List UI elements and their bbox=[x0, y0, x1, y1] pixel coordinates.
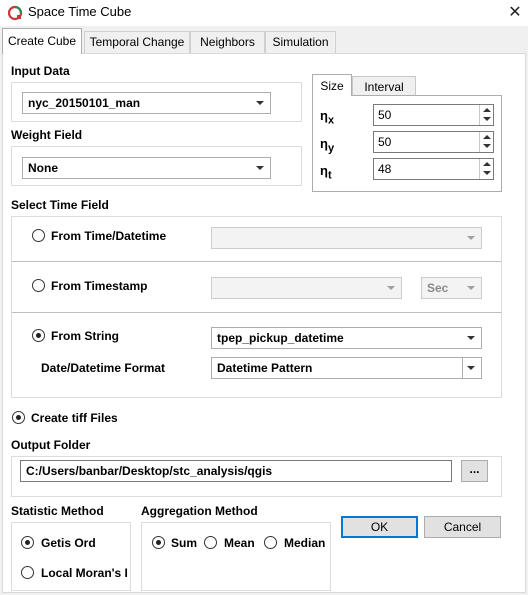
create-tiff-radio[interactable] bbox=[12, 411, 25, 424]
timestamp-unit-value: Sec bbox=[427, 281, 449, 295]
from-string-dropdown[interactable]: tpep_pickup_datetime bbox=[211, 327, 482, 349]
weight-field-label: Weight Field bbox=[11, 128, 83, 142]
local-morans-label: Local Moran's I bbox=[41, 566, 128, 580]
from-string-label: From String bbox=[51, 329, 119, 343]
from-time-dropdown[interactable] bbox=[211, 227, 482, 249]
date-format-label: Date/Datetime Format bbox=[41, 361, 166, 375]
eta-y-spinbox[interactable]: 50 bbox=[373, 131, 494, 153]
median-label: Median bbox=[284, 536, 326, 550]
from-timestamp-dropdown[interactable] bbox=[211, 277, 402, 299]
tab-simulation[interactable]: Simulation bbox=[265, 31, 336, 53]
statistic-method-group bbox=[11, 522, 131, 591]
mean-radio[interactable] bbox=[204, 536, 217, 549]
chevron-down-icon bbox=[467, 336, 475, 340]
timestamp-unit-dropdown[interactable]: Sec bbox=[421, 277, 482, 299]
input-data-label: Input Data bbox=[11, 64, 70, 78]
ok-button[interactable]: OK bbox=[341, 516, 418, 538]
getis-ord-radio[interactable] bbox=[21, 536, 34, 549]
tab-neighbors[interactable]: Neighbors bbox=[190, 31, 265, 53]
date-format-combo[interactable]: Datetime Pattern bbox=[211, 357, 482, 379]
sum-radio[interactable] bbox=[152, 536, 165, 549]
weight-field-dropdown[interactable]: None bbox=[22, 157, 271, 179]
from-time-radio[interactable] bbox=[32, 229, 45, 242]
weight-field-value: None bbox=[28, 161, 58, 175]
input-data-value: nyc_20150101_man bbox=[28, 96, 141, 110]
aggregation-method-label: Aggregation Method bbox=[141, 504, 258, 518]
eta-t-value: 48 bbox=[378, 162, 392, 176]
tab-size[interactable]: Size bbox=[312, 74, 352, 96]
spin-down-icon[interactable] bbox=[483, 171, 491, 175]
app-icon bbox=[7, 5, 23, 21]
chevron-down-icon bbox=[467, 236, 475, 240]
spin-up-icon[interactable] bbox=[483, 135, 491, 139]
divider bbox=[12, 261, 501, 262]
select-time-field-label: Select Time Field bbox=[11, 198, 109, 212]
from-string-value: tpep_pickup_datetime bbox=[217, 331, 344, 345]
local-morans-radio[interactable] bbox=[21, 566, 34, 579]
from-string-radio[interactable] bbox=[32, 329, 45, 342]
eta-t-spinbox[interactable]: 48 bbox=[373, 158, 494, 180]
divider bbox=[12, 312, 501, 313]
chevron-down-icon bbox=[387, 286, 395, 290]
window-title: Space Time Cube bbox=[28, 4, 132, 19]
output-folder-label: Output Folder bbox=[11, 438, 91, 452]
eta-x-spinbox[interactable]: 50 bbox=[373, 104, 494, 126]
output-folder-value: C:/Users/banbar/Desktop/stc_analysis/qgi… bbox=[26, 464, 273, 478]
from-timestamp-radio[interactable] bbox=[32, 279, 45, 292]
aggregation-method-group bbox=[141, 522, 331, 591]
tab-create-cube[interactable]: Create Cube bbox=[2, 28, 82, 54]
from-time-label: From Time/Datetime bbox=[51, 229, 167, 243]
eta-y-label: ηy bbox=[320, 136, 335, 155]
chevron-down-icon bbox=[256, 101, 264, 105]
from-timestamp-label: From Timestamp bbox=[51, 279, 148, 293]
chevron-down-icon bbox=[467, 286, 475, 290]
date-format-value: Datetime Pattern bbox=[217, 361, 313, 375]
eta-y-value: 50 bbox=[378, 135, 392, 149]
cancel-button[interactable]: Cancel bbox=[424, 516, 501, 538]
tab-interval[interactable]: Interval bbox=[352, 76, 416, 96]
eta-x-label: ηx bbox=[320, 108, 335, 127]
statistic-method-label: Statistic Method bbox=[11, 504, 104, 518]
chevron-down-icon bbox=[256, 166, 264, 170]
output-folder-input[interactable]: C:/Users/banbar/Desktop/stc_analysis/qgi… bbox=[20, 460, 452, 482]
spin-up-icon[interactable] bbox=[483, 162, 491, 166]
eta-x-value: 50 bbox=[378, 108, 392, 122]
create-tiff-label: Create tiff Files bbox=[31, 411, 118, 425]
sum-label: Sum bbox=[171, 536, 198, 550]
spin-down-icon[interactable] bbox=[483, 144, 491, 148]
spin-down-icon[interactable] bbox=[483, 117, 491, 121]
close-icon[interactable]: ✕ bbox=[506, 2, 524, 22]
tab-temporal-change[interactable]: Temporal Change bbox=[84, 31, 190, 53]
chevron-down-icon bbox=[467, 366, 475, 370]
browse-button[interactable]: ... bbox=[461, 460, 488, 482]
spin-up-icon[interactable] bbox=[483, 108, 491, 112]
input-data-dropdown[interactable]: nyc_20150101_man bbox=[22, 92, 271, 114]
getis-ord-label: Getis Ord bbox=[41, 536, 96, 550]
eta-t-label: ηt bbox=[320, 163, 332, 182]
median-radio[interactable] bbox=[264, 536, 277, 549]
mean-label: Mean bbox=[224, 536, 255, 550]
